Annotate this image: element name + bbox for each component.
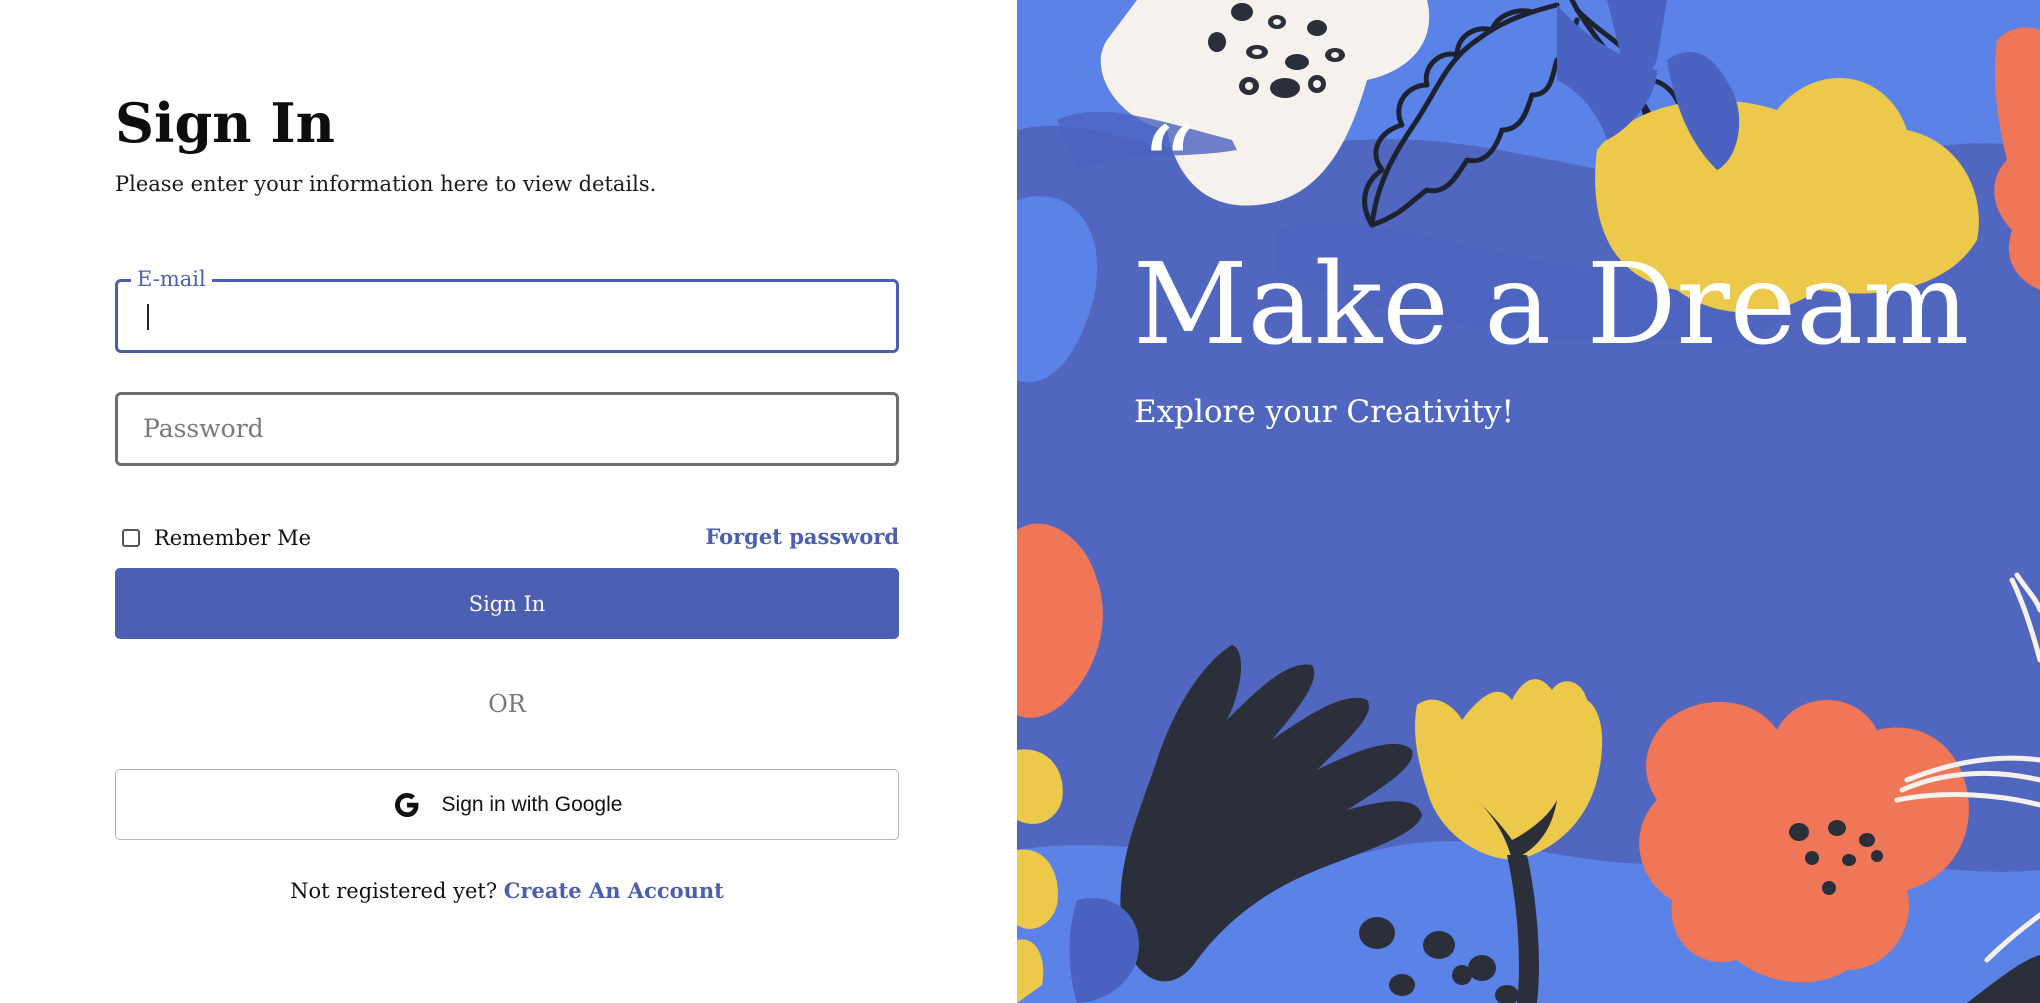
- or-divider-label: OR: [488, 690, 526, 718]
- google-sign-in-button[interactable]: Sign in with Google: [115, 769, 899, 840]
- remember-me-label: Remember Me: [154, 526, 312, 550]
- hero-headline: Make a Dream: [1133, 240, 1970, 370]
- register-row: Not registered yet? Create An Account: [115, 876, 899, 906]
- email-input[interactable]: [143, 282, 871, 350]
- sign-in-button[interactable]: Sign In: [115, 568, 899, 639]
- text-cursor: [147, 304, 149, 330]
- register-prompt: Not registered yet?: [290, 879, 498, 903]
- password-input[interactable]: [143, 395, 871, 463]
- page-title: Sign In: [115, 91, 335, 155]
- signin-panel: Sign In Please enter your information he…: [0, 0, 1017, 1003]
- page-subtitle: Please enter your information here to vi…: [115, 172, 657, 196]
- google-sign-in-label: Sign in with Google: [441, 792, 623, 816]
- hero-panel: “ Make a Dream Explore your Creativity!: [1017, 0, 2040, 1003]
- hero-tagline: Explore your Creativity!: [1134, 394, 1514, 430]
- google-icon: [392, 790, 422, 820]
- remember-me-checkbox[interactable]: [122, 529, 140, 547]
- email-field[interactable]: E-mail: [115, 264, 899, 353]
- remember-me[interactable]: Remember Me: [122, 523, 311, 553]
- create-account-link[interactable]: Create An Account: [504, 878, 724, 903]
- forgot-password-link[interactable]: Forget password: [705, 522, 899, 552]
- password-field[interactable]: [115, 392, 899, 466]
- quote-mark: “: [1140, 103, 1197, 231]
